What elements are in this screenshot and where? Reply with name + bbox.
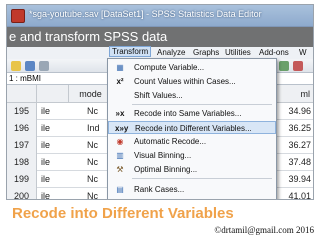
tool-red-icon[interactable] (293, 61, 303, 71)
menu-item-recode-different[interactable]: x»y Recode into Different Variables... (108, 121, 276, 134)
menu-item-count-values[interactable]: x² Count Values within Cases... (108, 75, 276, 88)
row-number[interactable]: 197 (7, 137, 37, 154)
menu-item-visual-binning[interactable]: ▥ Visual Binning... (108, 149, 276, 162)
slide-title: Recode into Different Variables (12, 205, 234, 222)
row-number[interactable]: 195 (7, 103, 37, 120)
menu-item-automatic-recode[interactable]: ◉ Automatic Recode... (108, 135, 276, 148)
menu-item-rank-cases[interactable]: ▤ Rank Cases... (108, 183, 276, 196)
menu-utilities[interactable]: Utilities (225, 48, 251, 57)
slide: *sga-youtube.sav [DataSet1] - SPSS Stati… (0, 0, 320, 240)
spss-app-icon (11, 9, 25, 23)
caption-overlay: e and transform SPSS data (7, 27, 313, 47)
spss-window: *sga-youtube.sav [DataSet1] - SPSS Stati… (6, 4, 314, 200)
cell-reference: 1 : mBMI (9, 74, 42, 83)
table-cell[interactable]: 36.25 (273, 120, 311, 137)
menu-separator (132, 178, 272, 179)
table-cell[interactable]: ile (41, 103, 67, 120)
menu-window[interactable]: W (299, 48, 307, 57)
rank-icon: ▤ (116, 185, 124, 194)
corner-header (7, 85, 37, 103)
table-cell[interactable]: 37.48 (273, 154, 311, 171)
open-icon[interactable] (11, 61, 21, 71)
column-header-1[interactable] (37, 85, 69, 103)
shift-icon (114, 90, 126, 101)
table-cell[interactable]: 41.01 (273, 188, 311, 199)
transform-menu: ▦ Compute Variable... x² Count Values wi… (107, 58, 277, 199)
menu-transform[interactable]: Transform (109, 46, 152, 57)
tool-green-icon[interactable] (279, 61, 289, 71)
auto-recode-icon: ◉ (116, 137, 124, 146)
menu-separator (132, 104, 272, 105)
row-number[interactable]: 198 (7, 154, 37, 171)
visual-binning-icon: ▥ (116, 151, 124, 160)
calculator-icon: ▦ (116, 63, 124, 72)
menu-graphs[interactable]: Graphs (193, 48, 219, 57)
optimal-binning-icon: ⚒ (116, 165, 124, 174)
copyright-credit: ©drtamil@gmail.com 2016 (214, 225, 314, 235)
title-bar: *sga-youtube.sav [DataSet1] - SPSS Stati… (7, 5, 313, 27)
menu-analyze[interactable]: Analyze (157, 48, 185, 57)
table-cell[interactable]: ile (41, 154, 67, 171)
table-cell[interactable]: ile (41, 137, 67, 154)
table-cell[interactable]: ile (41, 120, 67, 137)
save-icon[interactable] (25, 61, 35, 71)
menu-item-compute-variable[interactable]: ▦ Compute Variable... (108, 61, 276, 74)
recode-different-icon: x»y (115, 124, 129, 133)
count-icon: x² (116, 77, 124, 86)
overlay-caption: e and transform SPSS data (9, 29, 168, 44)
table-cell[interactable]: 34.96 (273, 103, 311, 120)
window-title: *sga-youtube.sav [DataSet1] - SPSS Stati… (29, 9, 262, 19)
row-number[interactable]: 200 (7, 188, 37, 199)
menu-addons[interactable]: Add-ons (259, 48, 289, 57)
table-cell[interactable]: 39.94 (273, 171, 311, 188)
row-number[interactable]: 199 (7, 171, 37, 188)
column-header-bmi[interactable]: ml (273, 85, 313, 103)
menu-item-optimal-binning[interactable]: ⚒ Optimal Binning... (108, 163, 276, 176)
row-number[interactable]: 196 (7, 120, 37, 137)
table-cell[interactable]: ile (41, 171, 67, 188)
recode-same-icon: »x (115, 109, 125, 118)
table-cell[interactable]: ile (41, 188, 67, 199)
table-cell[interactable]: 36.27 (273, 137, 311, 154)
menu-item-shift-values[interactable]: Shift Values... (108, 89, 276, 102)
menu-item-recode-same[interactable]: »x Recode into Same Variables... (108, 107, 276, 120)
print-icon[interactable] (39, 61, 49, 71)
